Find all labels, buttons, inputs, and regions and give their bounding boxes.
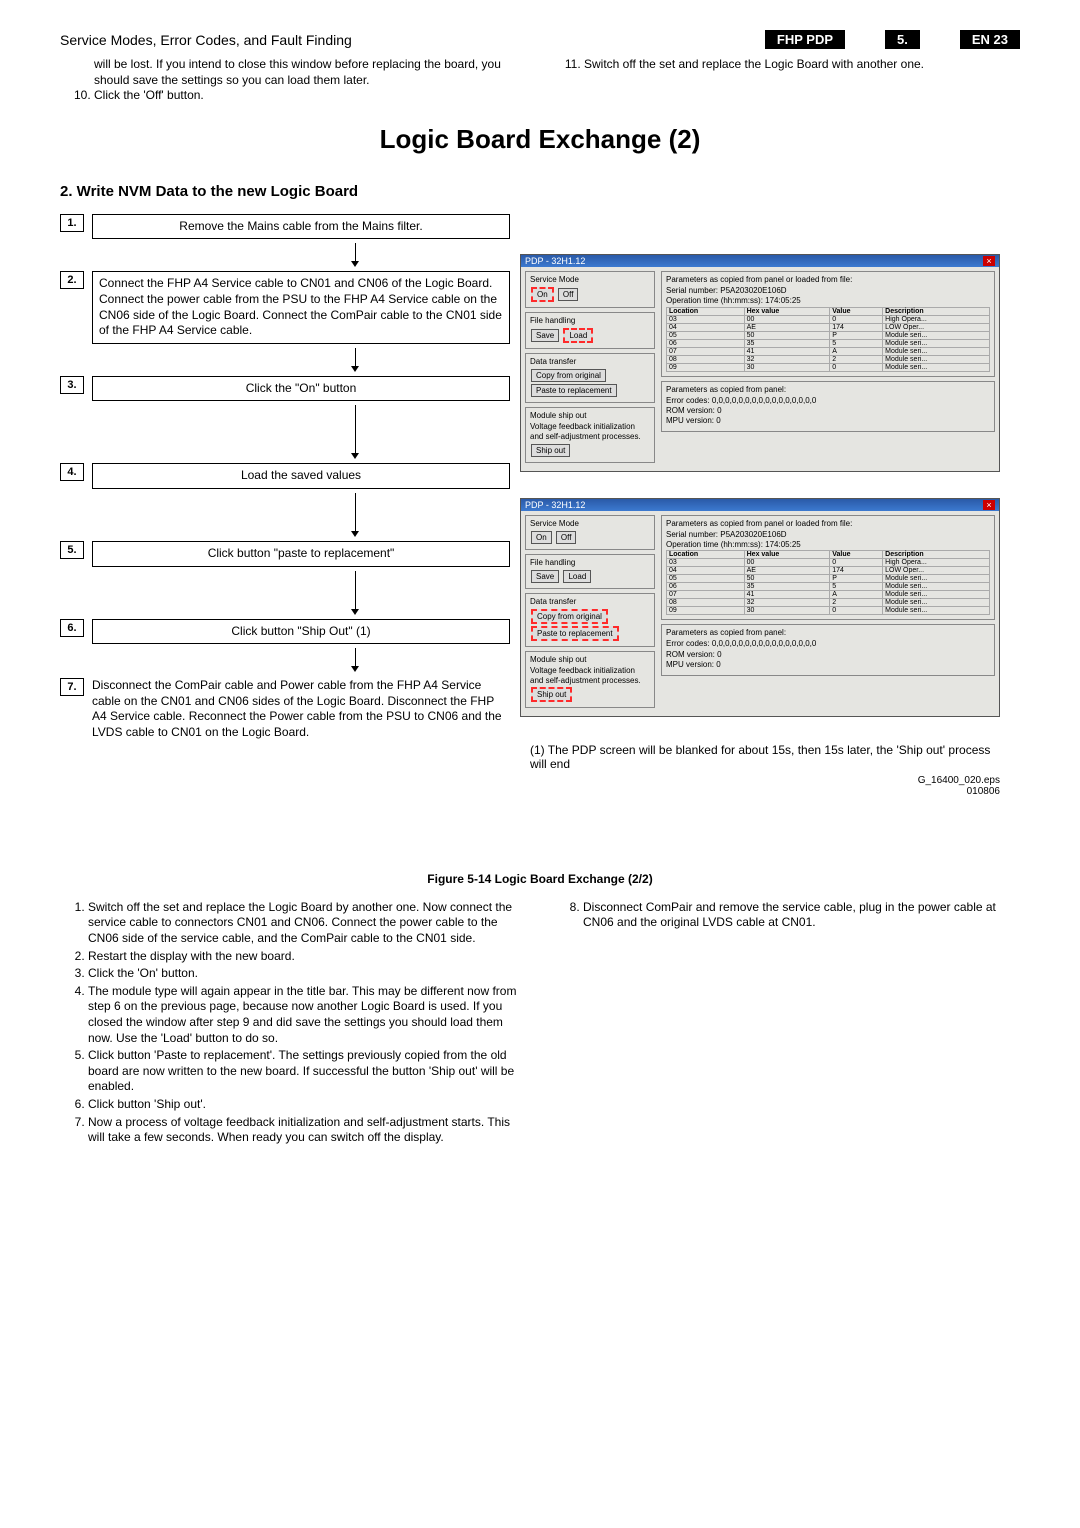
header-badge-section: 5. xyxy=(885,30,920,49)
flowchart: 1. Remove the Mains cable from the Mains… xyxy=(60,214,510,743)
step-box-6: Click button "Ship Out" (1) xyxy=(92,619,510,645)
sub-heading: 2. Write NVM Data to the new Logic Board xyxy=(60,183,1020,200)
group-service-mode: Service Mode On Off xyxy=(525,271,655,308)
close-icon[interactable]: × xyxy=(983,256,995,266)
step-box-1: Remove the Mains cable from the Mains fi… xyxy=(92,214,510,240)
app-window-1: PDP - 32H1.12 × Service Mode On Off File … xyxy=(520,254,1000,472)
copy-button[interactable]: Copy from original xyxy=(531,369,606,382)
step-text-7: Disconnect the ComPair cable and Power c… xyxy=(92,676,510,742)
save-button[interactable]: Save xyxy=(531,329,559,342)
group-file-handling: File handling Save Load xyxy=(525,312,655,349)
header-badge-product: FHP PDP xyxy=(765,30,845,49)
load-button[interactable]: Load xyxy=(563,328,593,343)
on-button[interactable]: On xyxy=(531,531,552,544)
post-item: Disconnect ComPair and remove the servic… xyxy=(583,900,1020,931)
step-number: 4. xyxy=(60,463,84,481)
copy-button[interactable]: Copy from original xyxy=(531,609,608,624)
header-badge-page: EN 23 xyxy=(960,30,1020,49)
diagram-area: 1. Remove the Mains cable from the Mains… xyxy=(60,214,1020,854)
pretext-item-10: Click the 'Off' button. xyxy=(94,88,530,104)
step-number: 7. xyxy=(60,678,84,696)
window-title: PDP - 32H1.12 xyxy=(525,256,585,266)
step-box-3: Click the "On" button xyxy=(92,376,510,402)
paste-button[interactable]: Paste to replacement xyxy=(531,626,619,641)
post-item: Switch off the set and replace the Logic… xyxy=(88,900,525,947)
off-button[interactable]: Off xyxy=(556,531,577,544)
pretext-columns: will be lost. If you intend to close thi… xyxy=(60,57,1020,106)
off-button[interactable]: Off xyxy=(558,288,579,301)
post-text-columns: Switch off the set and replace the Logic… xyxy=(60,900,1020,1148)
post-item: Now a process of voltage feedback initia… xyxy=(88,1115,525,1146)
page-header: Service Modes, Error Codes, and Fault Fi… xyxy=(60,30,1020,49)
step-box-2: Connect the FHP A4 Service cable to CN01… xyxy=(92,271,510,343)
ship-out-button[interactable]: Ship out xyxy=(531,444,570,457)
step-box-4: Load the saved values xyxy=(92,463,510,489)
header-title: Service Modes, Error Codes, and Fault Fi… xyxy=(60,32,755,48)
screenshot-column: PDP - 32H1.12 × Service Mode On Off File … xyxy=(520,254,1000,798)
post-item: The module type will again appear in the… xyxy=(88,984,525,1046)
footnote-1: (1) The PDP screen will be blanked for a… xyxy=(530,743,1000,771)
post-item: Click button 'Ship out'. xyxy=(88,1097,525,1113)
figure-caption: Figure 5-14 Logic Board Exchange (2/2) xyxy=(60,872,1020,886)
pretext-item-11: Switch off the set and replace the Logic… xyxy=(584,57,1020,73)
step-number: 3. xyxy=(60,376,84,394)
post-item: Click the 'On' button. xyxy=(88,966,525,982)
main-heading: Logic Board Exchange (2) xyxy=(60,124,1020,155)
step-number: 1. xyxy=(60,214,84,232)
eps-ref: G_16400_020.eps010806 xyxy=(520,775,1000,797)
pretext-left-cont: will be lost. If you intend to close thi… xyxy=(60,57,530,88)
save-button[interactable]: Save xyxy=(531,570,559,583)
on-button[interactable]: On xyxy=(531,287,554,302)
close-icon[interactable]: × xyxy=(983,500,995,510)
group-data-transfer: Data transfer Copy from original Paste t… xyxy=(525,353,655,403)
step-number: 6. xyxy=(60,619,84,637)
ship-out-button[interactable]: Ship out xyxy=(531,687,572,702)
group-ship-out: Module ship out Voltage feedback initial… xyxy=(525,407,655,463)
params-table: LocationHex valueValueDescription 03000H… xyxy=(666,307,990,372)
post-item: Restart the display with the new board. xyxy=(88,949,525,965)
post-item: Click button 'Paste to replacement'. The… xyxy=(88,1048,525,1095)
step-number: 2. xyxy=(60,271,84,289)
app-window-2: PDP - 32H1.12× Service Mode On Off File … xyxy=(520,498,1000,718)
load-button[interactable]: Load xyxy=(563,570,591,583)
paste-button[interactable]: Paste to replacement xyxy=(531,384,617,397)
step-number: 5. xyxy=(60,541,84,559)
step-box-5: Click button "paste to replacement" xyxy=(92,541,510,567)
